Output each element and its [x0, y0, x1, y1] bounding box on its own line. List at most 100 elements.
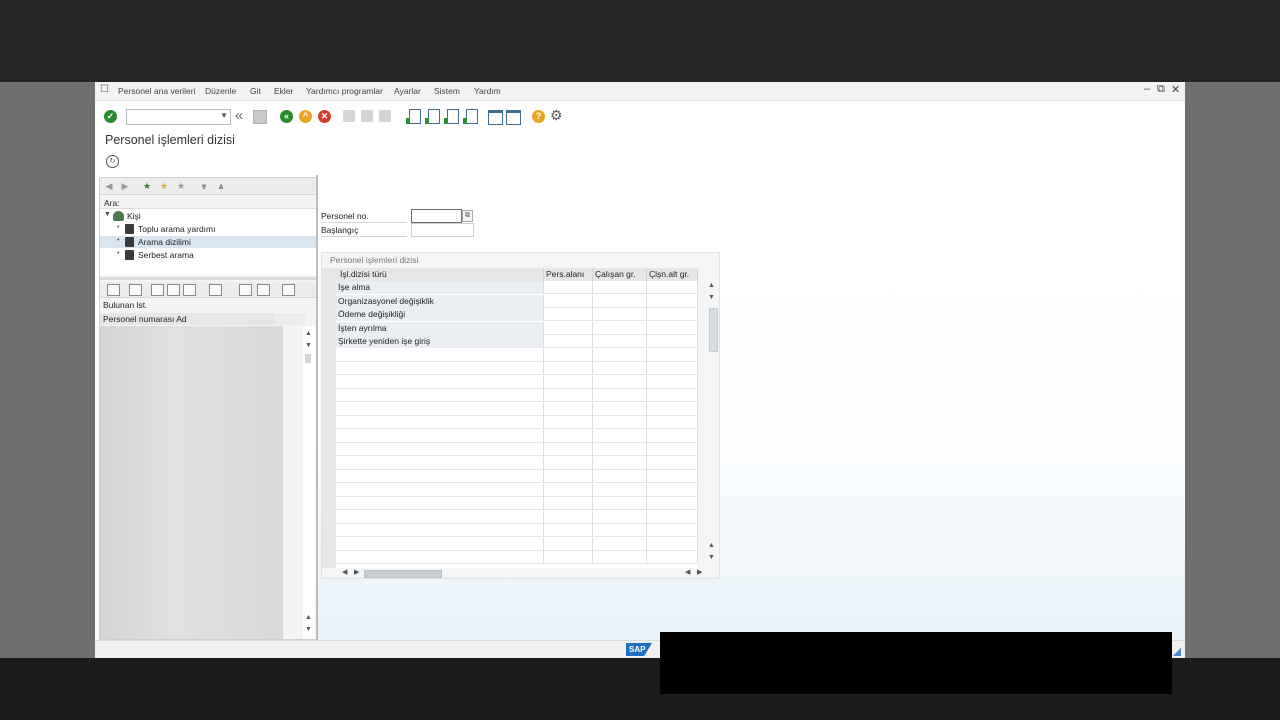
column-header-pers-area[interactable]: Pers.alanı [544, 268, 593, 281]
customize-icon[interactable]: ⚙ [550, 107, 563, 124]
close-window-icon[interactable]: ✕ [1171, 83, 1180, 96]
employee-subgroup-cell[interactable] [647, 551, 698, 564]
new-session-icon[interactable] [488, 110, 503, 125]
cancel-icon[interactable]: ✕ [318, 110, 331, 123]
first-page-icon[interactable] [406, 109, 421, 124]
menu-ekler[interactable]: Ekler [274, 86, 293, 96]
menu-ayarlar[interactable]: Ayarlar [394, 86, 421, 96]
scroll-up-icon[interactable]: ▲ [708, 282, 715, 289]
find-next-icon[interactable] [379, 110, 391, 122]
previous-page-icon[interactable] [425, 109, 440, 124]
action-type-cell[interactable] [336, 551, 544, 564]
employee-group-cell[interactable] [593, 443, 647, 456]
print-list-icon[interactable] [239, 284, 252, 296]
employee-group-cell[interactable] [593, 510, 647, 524]
nav-forward-icon[interactable]: ▶ [119, 180, 131, 192]
back-icon[interactable]: « [280, 110, 293, 123]
sort-descending-icon[interactable] [167, 284, 180, 296]
pers-area-cell[interactable] [544, 321, 593, 335]
panel-splitter[interactable] [100, 277, 317, 280]
pers-area-cell[interactable] [544, 456, 593, 470]
column-header-employee-group[interactable]: Çalışan gr. [593, 268, 647, 281]
scroll-left-icon[interactable]: ◀ [685, 568, 690, 576]
table-row[interactable] [336, 483, 698, 497]
pers-area-cell[interactable] [544, 551, 593, 564]
table-row[interactable] [336, 537, 698, 551]
search-help-icon[interactable]: ⧉ [462, 210, 473, 222]
table-row[interactable] [336, 510, 698, 524]
action-type-cell[interactable] [336, 362, 544, 375]
pers-area-cell[interactable] [544, 524, 593, 537]
table-row[interactable] [336, 348, 698, 362]
scroll-up-icon[interactable]: ▲ [305, 614, 312, 621]
employee-subgroup-cell[interactable] [647, 416, 698, 429]
employee-subgroup-cell[interactable] [647, 375, 698, 389]
employee-group-cell[interactable] [593, 524, 647, 537]
menu-yardimci-programlar[interactable]: Yardımcı programlar [306, 86, 383, 96]
export-icon[interactable] [257, 284, 270, 296]
tree-expand-icon[interactable]: ▼ [104, 211, 111, 218]
table-row[interactable] [336, 362, 698, 375]
scroll-thumb[interactable] [709, 308, 718, 352]
action-type-cell[interactable]: İşten ayrılma [336, 321, 544, 335]
tree-node-serbest-arama[interactable]: • Serbest arama [100, 249, 317, 261]
employee-subgroup-cell[interactable] [647, 321, 698, 335]
menu-duzenle[interactable]: Düzenle [205, 86, 236, 96]
employee-group-cell[interactable] [593, 470, 647, 483]
table-row[interactable]: Organizasyonel değişiklik [336, 294, 698, 308]
employee-subgroup-cell[interactable] [647, 429, 698, 443]
pers-area-cell[interactable] [544, 294, 593, 308]
chevron-down-icon[interactable]: ▼ [220, 111, 228, 120]
scroll-left-icon[interactable]: ◀ [342, 568, 347, 576]
pers-area-cell[interactable] [544, 335, 593, 348]
pers-area-cell[interactable] [544, 375, 593, 389]
pers-area-cell[interactable] [544, 443, 593, 456]
table-row[interactable] [336, 402, 698, 416]
employee-group-cell[interactable] [593, 551, 647, 564]
pers-area-cell[interactable] [544, 348, 593, 362]
scroll-right-icon[interactable]: ▶ [697, 568, 702, 576]
exit-icon[interactable]: ^ [299, 110, 312, 123]
favorite-icon[interactable]: ★ [158, 180, 170, 192]
action-type-cell[interactable] [336, 429, 544, 443]
employee-group-cell[interactable] [593, 483, 647, 497]
personnel-no-input[interactable] [411, 209, 462, 223]
employee-group-cell[interactable] [593, 335, 647, 348]
pers-area-cell[interactable] [544, 510, 593, 524]
employee-group-cell[interactable] [593, 497, 647, 510]
action-type-cell[interactable] [336, 537, 544, 551]
employee-subgroup-cell[interactable] [647, 362, 698, 375]
employee-group-cell[interactable] [593, 362, 647, 375]
layout-icon[interactable] [282, 284, 295, 296]
command-field[interactable]: ▼ [126, 109, 231, 125]
pers-area-cell[interactable] [544, 537, 593, 551]
restore-icon[interactable]: ⧉ [1157, 83, 1165, 96]
start-date-input[interactable] [411, 223, 474, 237]
employee-subgroup-cell[interactable] [647, 389, 698, 402]
employee-group-cell[interactable] [593, 429, 647, 443]
pers-area-cell[interactable] [544, 416, 593, 429]
employee-group-cell[interactable] [593, 281, 647, 294]
tree-node-kisi[interactable]: ▼ Kişi [100, 210, 317, 222]
filter-icon[interactable] [183, 284, 196, 296]
column-header-action-type[interactable]: İşl.dizisi türü [336, 268, 544, 281]
table-horizontal-scrollbar[interactable]: ◀ ▶ ◀ ▶ [336, 568, 716, 578]
employee-subgroup-cell[interactable] [647, 294, 698, 308]
employee-subgroup-cell[interactable] [647, 483, 698, 497]
employee-group-cell[interactable] [593, 321, 647, 335]
menu-git[interactable]: Git [250, 86, 261, 96]
table-row[interactable]: Şirkette yeniden işe giriş [336, 335, 698, 348]
employee-subgroup-cell[interactable] [647, 348, 698, 362]
action-type-cell[interactable] [336, 470, 544, 483]
action-type-cell[interactable] [336, 443, 544, 456]
row-selector-column[interactable] [322, 268, 336, 568]
action-type-cell[interactable] [336, 497, 544, 510]
employee-group-cell[interactable] [593, 402, 647, 416]
action-type-cell[interactable] [336, 348, 544, 362]
table-row[interactable] [336, 429, 698, 443]
employee-group-cell[interactable] [593, 308, 647, 321]
scroll-thumb[interactable] [305, 354, 311, 363]
employee-group-cell[interactable] [593, 416, 647, 429]
menu-yardim[interactable]: Yardım [474, 86, 501, 96]
pers-area-cell[interactable] [544, 362, 593, 375]
